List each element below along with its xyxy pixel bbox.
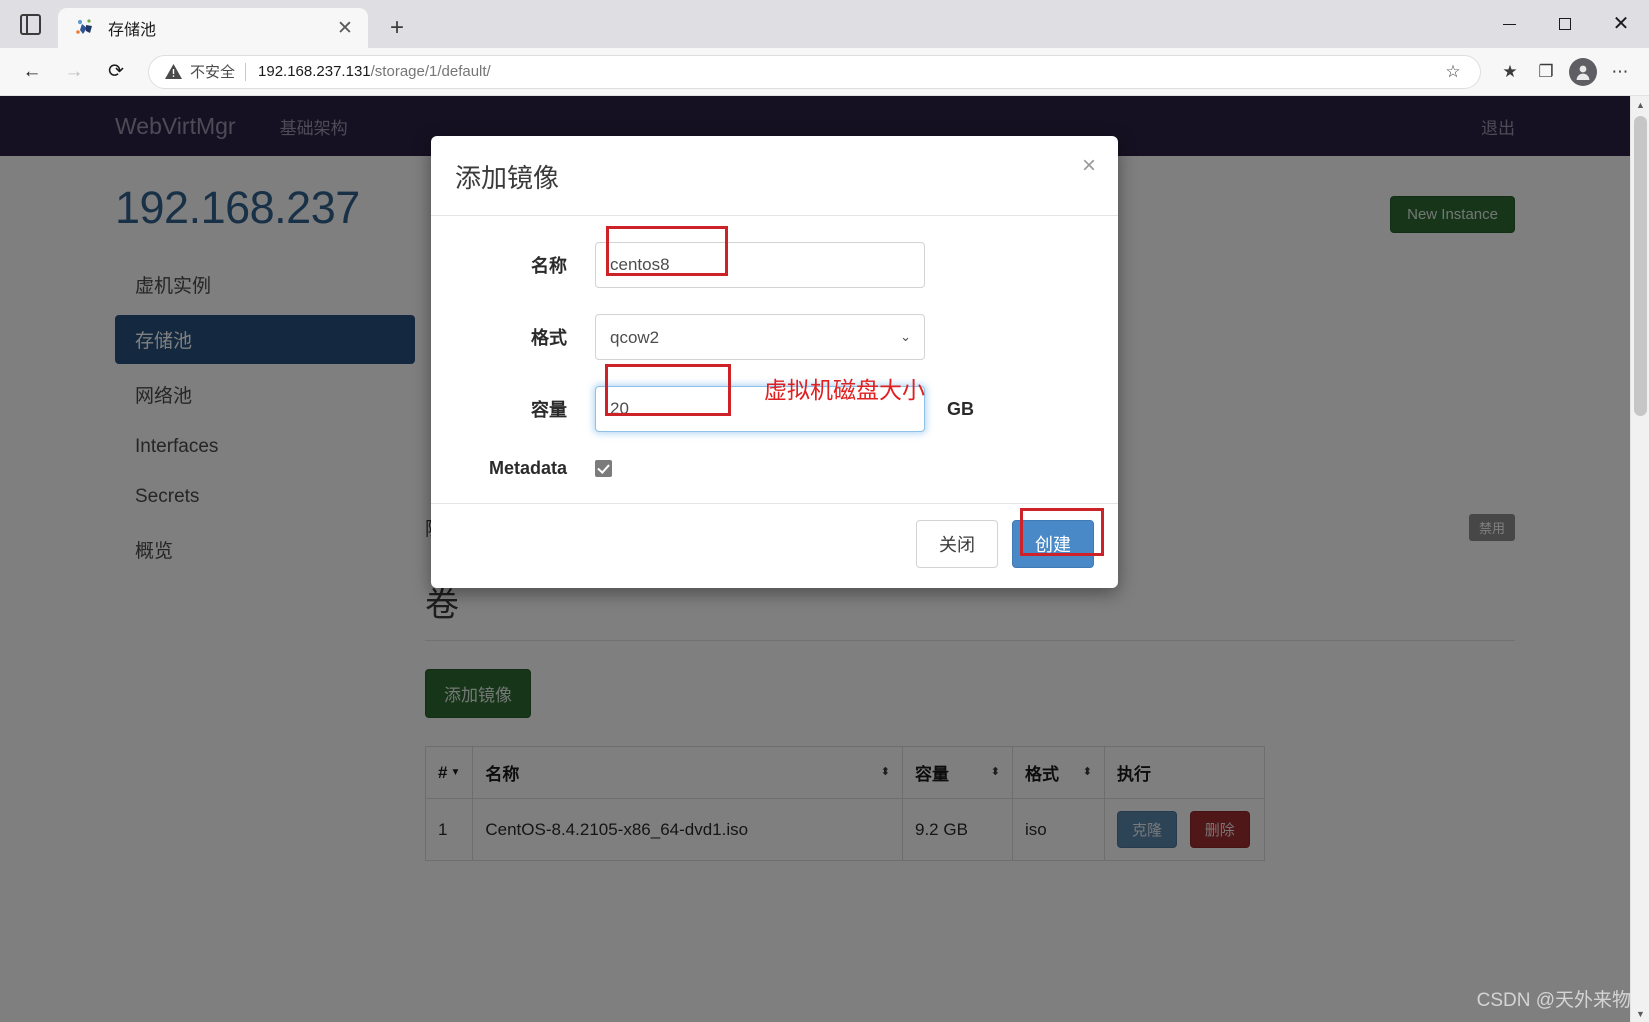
capacity-unit-label: GB bbox=[947, 398, 974, 419]
reload-button[interactable]: ⟳ bbox=[96, 52, 136, 92]
scroll-up-arrow-icon[interactable]: ▲ bbox=[1631, 96, 1649, 113]
add-favorite-icon[interactable]: ☆ bbox=[1436, 55, 1470, 89]
form-row-format: 格式 qcow2 ⌄ bbox=[455, 314, 1094, 360]
forward-button[interactable]: → bbox=[54, 52, 94, 92]
format-select-wrap: qcow2 ⌄ bbox=[595, 314, 925, 360]
back-button[interactable]: ← bbox=[12, 52, 52, 92]
browser-window: 存储池 ✕ + ✕ ← → ⟳ 不安全 192.168.237.131/stor… bbox=[0, 0, 1649, 1022]
address-actions: ☆ bbox=[1436, 55, 1472, 89]
window-controls: ✕ bbox=[1481, 0, 1649, 48]
address-divider bbox=[245, 62, 247, 81]
scrollbar-thumb[interactable] bbox=[1634, 116, 1647, 416]
tab-strip: 存储池 ✕ + bbox=[0, 0, 414, 48]
modal-close-button[interactable]: 关闭 bbox=[916, 520, 998, 568]
image-format-select[interactable]: qcow2 bbox=[595, 314, 925, 360]
form-row-capacity: 容量 GB bbox=[455, 386, 1094, 432]
modal-header: 添加镜像 × bbox=[431, 136, 1118, 216]
favorites-icon[interactable]: ★ bbox=[1493, 55, 1527, 89]
profile-avatar[interactable] bbox=[1569, 57, 1597, 86]
modal-close-icon[interactable]: × bbox=[1082, 154, 1096, 178]
tab-search-icon[interactable] bbox=[8, 0, 52, 48]
image-capacity-input[interactable] bbox=[595, 386, 925, 432]
new-tab-button[interactable]: + bbox=[380, 11, 414, 45]
address-path: /storage/1/default/ bbox=[370, 63, 491, 80]
metadata-checkbox[interactable] bbox=[595, 460, 612, 477]
webvirtmgr-favicon-icon bbox=[74, 17, 96, 39]
add-image-modal: 添加镜像 × 名称 格式 qcow2 ⌄ bbox=[431, 136, 1118, 588]
form-row-name: 名称 bbox=[455, 242, 1094, 288]
modal-body: 名称 格式 qcow2 ⌄ 容量 bbox=[431, 216, 1118, 503]
browser-settings-icon[interactable]: ⋯ bbox=[1603, 55, 1637, 89]
watermark: CSDN @天外来物 bbox=[1476, 990, 1631, 1011]
modal-footer: 关闭 创建 bbox=[431, 503, 1118, 588]
name-label: 名称 bbox=[531, 256, 567, 276]
page-scrollbar[interactable]: ▲ ▼ bbox=[1630, 96, 1649, 1022]
window-maximize-button[interactable] bbox=[1537, 0, 1593, 48]
not-secure-warning-icon bbox=[165, 64, 182, 79]
collections-icon[interactable]: ❐ bbox=[1529, 55, 1563, 89]
scroll-down-arrow-icon[interactable]: ▼ bbox=[1631, 1005, 1649, 1022]
tab-close-icon[interactable]: ✕ bbox=[332, 15, 358, 41]
address-url: 192.168.237.131/storage/1/default/ bbox=[258, 63, 491, 80]
address-host: 192.168.237.131 bbox=[258, 63, 371, 80]
not-secure-label: 不安全 bbox=[190, 64, 236, 81]
modal-title: 添加镜像 bbox=[455, 163, 560, 193]
address-bar[interactable]: 不安全 192.168.237.131/storage/1/default/ ☆ bbox=[148, 54, 1481, 89]
window-minimize-button[interactable] bbox=[1481, 0, 1537, 48]
metadata-label: Metadata bbox=[488, 458, 567, 478]
modal-create-button[interactable]: 创建 bbox=[1012, 520, 1094, 568]
capacity-label: 容量 bbox=[531, 400, 567, 420]
browser-titlebar: 存储池 ✕ + ✕ bbox=[0, 0, 1649, 48]
tab-title: 存储池 bbox=[108, 22, 157, 39]
form-row-metadata: Metadata bbox=[455, 458, 1094, 479]
image-name-input[interactable] bbox=[595, 242, 925, 288]
window-close-button[interactable]: ✕ bbox=[1593, 0, 1649, 48]
webvirtmgr-page: WebVirtMgr 基础架构 退出 192.168.237 New Insta… bbox=[0, 96, 1630, 1022]
browser-toolbar: ← → ⟳ 不安全 192.168.237.131/storage/1/defa… bbox=[0, 48, 1649, 96]
page-viewport: WebVirtMgr 基础架构 退出 192.168.237 New Insta… bbox=[0, 96, 1649, 1022]
browser-tab[interactable]: 存储池 ✕ bbox=[58, 8, 368, 48]
format-label: 格式 bbox=[531, 328, 567, 348]
